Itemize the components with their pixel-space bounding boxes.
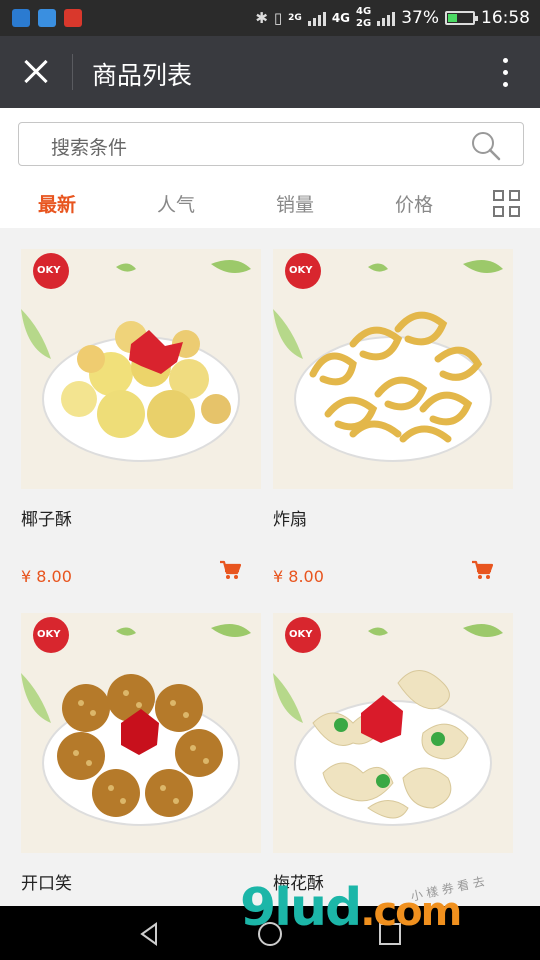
vibrate-icon: ▯: [273, 9, 283, 27]
gallery-icon: [38, 9, 56, 27]
more-vertical-icon[interactable]: [490, 56, 520, 90]
brand-badge: OKY: [289, 629, 313, 640]
product-name: 椰子酥: [21, 510, 72, 530]
tab-sales[interactable]: 销量: [276, 190, 314, 217]
close-icon[interactable]: [18, 54, 54, 90]
watermark-main: 9lud: [240, 878, 362, 938]
network-type-3: 4G 2G: [356, 6, 372, 29]
network-type-1: 2G: [288, 13, 302, 23]
huawei-icon: [64, 9, 82, 27]
back-icon[interactable]: [136, 920, 164, 948]
battery-icon: [445, 11, 478, 25]
cart-icon[interactable]: [219, 559, 241, 581]
brand-badge: OKY: [289, 265, 313, 276]
title-bar: 商品列表: [0, 36, 540, 108]
tab-popularity[interactable]: 人气: [157, 190, 195, 217]
battery-percent: 37%: [401, 8, 439, 28]
product-image[interactable]: OKY: [273, 613, 513, 853]
status-bar-notifications: [12, 9, 82, 27]
product-card[interactable]: OKY 炸扇 ¥ 8.00: [273, 249, 513, 586]
product-image[interactable]: OKY: [21, 613, 261, 853]
search-area: 搜索条件: [0, 108, 540, 180]
signal-icon-1: [307, 10, 326, 26]
signal-icon-2: [377, 10, 396, 26]
search-icon[interactable]: [471, 131, 501, 161]
status-bar-system: ✱ ▯ 2G 4G 4G 2G 37% 16:58: [255, 0, 530, 36]
tab-price[interactable]: 价格: [395, 190, 433, 217]
search-placeholder: 搜索条件: [51, 137, 128, 159]
product-image[interactable]: OKY: [21, 249, 261, 489]
title-divider: [72, 54, 73, 90]
cart-icon[interactable]: [471, 559, 493, 581]
network-type-2: 4G: [331, 11, 351, 25]
bluetooth-icon: ✱: [255, 9, 268, 27]
product-card[interactable]: OKY 开口笑: [21, 613, 261, 894]
product-price: ¥ 8.00: [273, 567, 324, 586]
brand-badge: OKY: [37, 629, 61, 640]
product-image[interactable]: OKY: [273, 249, 513, 489]
usb-icon: [12, 9, 30, 27]
brand-badge: OKY: [37, 265, 61, 276]
tab-newest[interactable]: 最新: [38, 190, 76, 217]
sort-tabs: 最新 人气 销量 价格: [0, 180, 540, 228]
product-price: ¥ 8.00: [21, 567, 72, 586]
product-card[interactable]: OKY 椰子酥 ¥ 8.00: [21, 249, 261, 586]
product-name: 炸扇: [273, 510, 307, 530]
page-title: 商品列表: [92, 61, 193, 90]
status-bar: ✱ ▯ 2G 4G 4G 2G 37% 16:58: [0, 0, 540, 36]
product-name: 开口笑: [21, 874, 72, 894]
search-input[interactable]: 搜索条件: [18, 122, 524, 166]
clock: 16:58: [481, 8, 530, 28]
grid-view-icon[interactable]: [493, 190, 523, 220]
product-card[interactable]: OKY 梅花酥: [273, 613, 513, 894]
